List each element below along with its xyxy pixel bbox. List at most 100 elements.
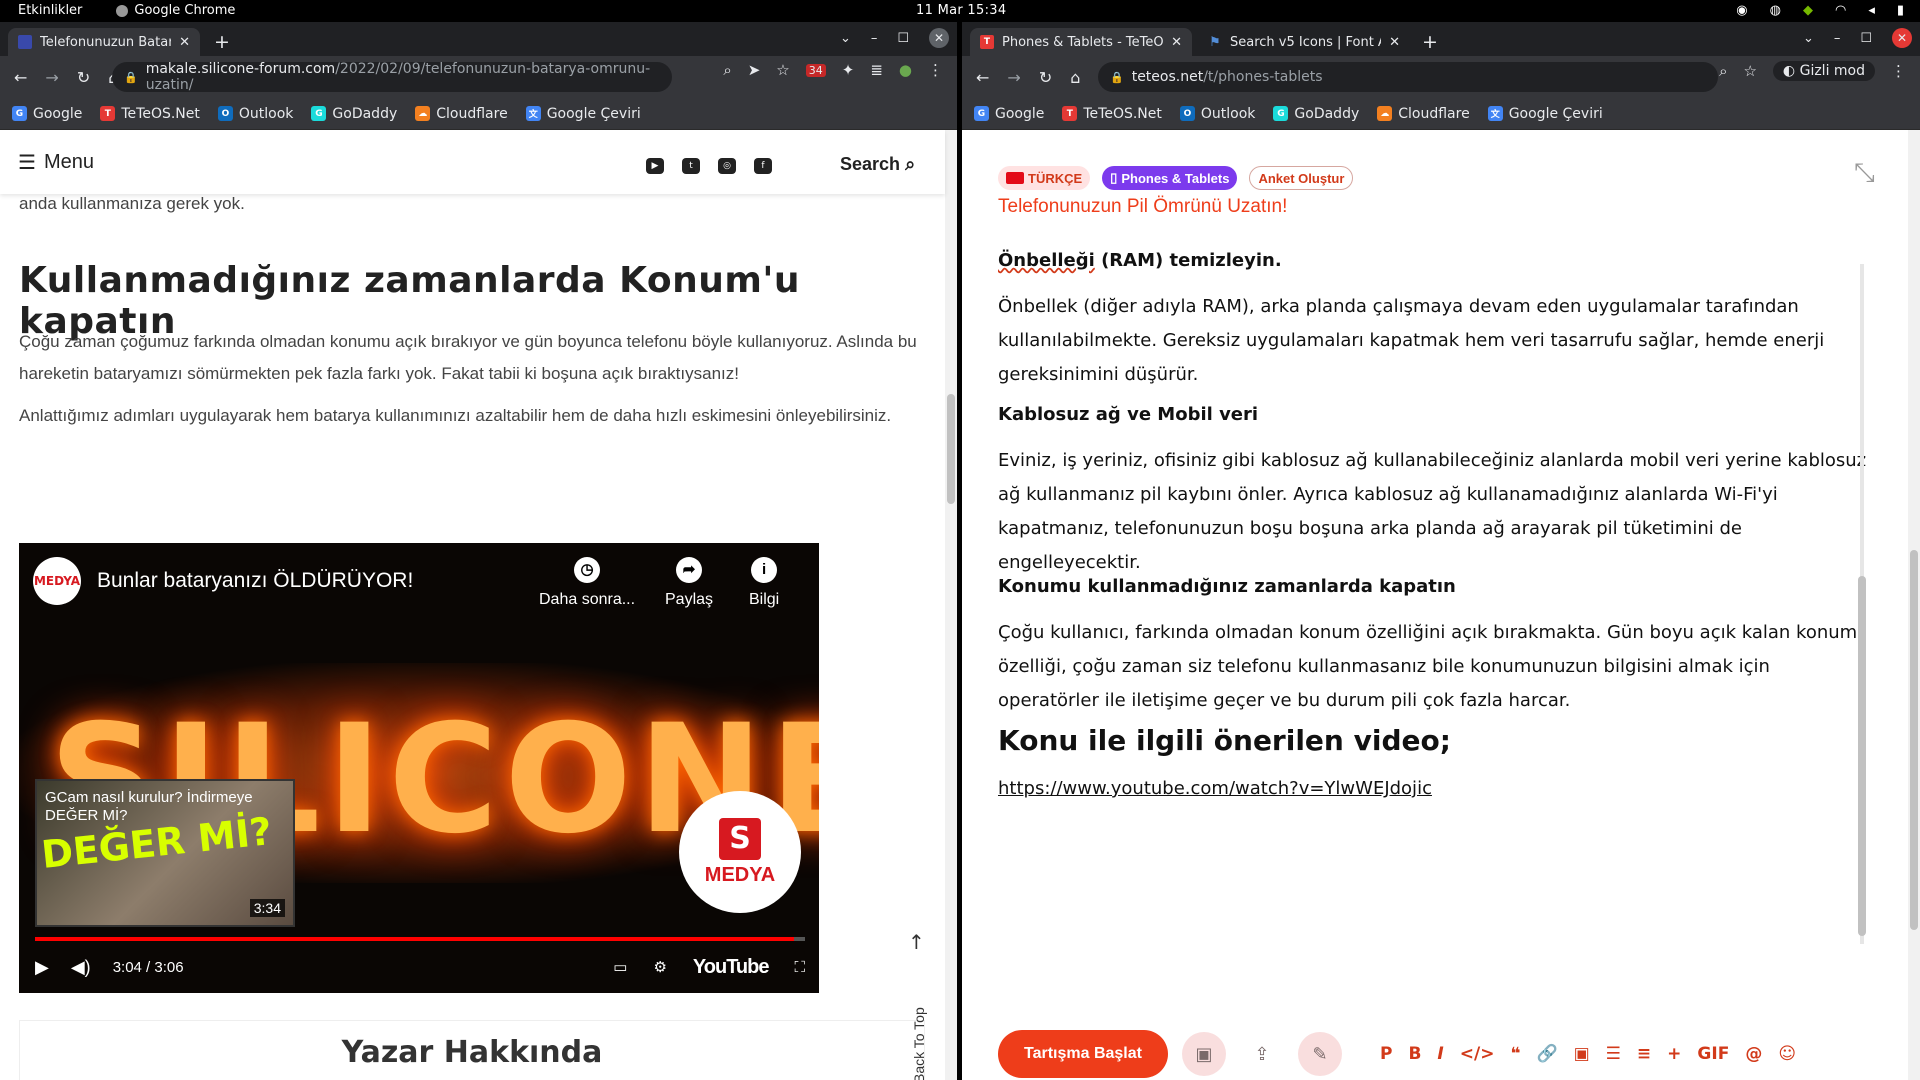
nvidia-icon[interactable]: ◆ bbox=[1803, 3, 1813, 18]
bookmark-outlook[interactable]: O Outlook bbox=[217, 106, 293, 122]
maximize-button[interactable]: ☐ bbox=[1860, 31, 1872, 46]
facebook-icon[interactable]: f bbox=[754, 158, 772, 174]
page-scrollbar[interactable] bbox=[945, 130, 957, 1080]
category-tag[interactable]: ▯ Phones & Tablets bbox=[1102, 166, 1238, 190]
tab-silicone-article[interactable]: Telefonunuzun Batarya Ö ✕ bbox=[8, 28, 200, 56]
bookmark-google[interactable]: G Google bbox=[12, 106, 82, 122]
volume-icon[interactable]: ◂ bbox=[1868, 3, 1875, 18]
search-button[interactable]: Search ⌕ bbox=[840, 154, 915, 175]
subtitles-icon[interactable]: ▭ bbox=[613, 958, 627, 976]
volume-icon[interactable]: ◀) bbox=[71, 957, 91, 978]
zoom-icon[interactable]: ⌕ bbox=[723, 61, 731, 79]
scrollbar-thumb[interactable] bbox=[947, 394, 955, 504]
bold-button[interactable]: B bbox=[1408, 1044, 1421, 1064]
emoji-button[interactable]: ☺ bbox=[1778, 1044, 1796, 1064]
address-bar[interactable]: 🔒 makale.silicone-forum.com/2022/02/09/t… bbox=[112, 61, 672, 93]
video-progress-bar[interactable] bbox=[35, 937, 805, 941]
fullscreen-icon[interactable]: ⛶ bbox=[794, 959, 805, 976]
bullet-list-button[interactable]: ☰ bbox=[1606, 1044, 1621, 1064]
start-discussion-button[interactable]: Tartışma Başlat bbox=[998, 1030, 1168, 1078]
bookmark-godaddy[interactable]: G GoDaddy bbox=[1273, 106, 1359, 122]
info-button[interactable]: i Bilgi bbox=[749, 557, 779, 609]
forward-icon[interactable]: → bbox=[1007, 68, 1020, 87]
steam-icon[interactable]: ◍ bbox=[1770, 3, 1781, 18]
back-icon[interactable]: ← bbox=[976, 68, 989, 87]
bookmark-cloudflare[interactable]: ☁ Cloudflare bbox=[1377, 106, 1470, 122]
editor-video-link[interactable]: https://www.youtube.com/watch?v=YlwWEJdo… bbox=[998, 778, 1432, 799]
youtube-icon[interactable]: ▶ bbox=[646, 158, 664, 174]
menu-kebab-icon[interactable]: ⋮ bbox=[928, 61, 943, 79]
more-button[interactable]: + bbox=[1667, 1044, 1681, 1064]
system-tray[interactable]: ◉ ◍ ◆ ◠ ◂ ▮ bbox=[1736, 3, 1904, 18]
close-tab-icon[interactable]: ✕ bbox=[179, 35, 190, 50]
discussion-title-input[interactable]: Telefonunuzun Pil Ömrünü Uzatın! bbox=[998, 196, 1287, 218]
youtube-embed[interactable]: SILICONE MEDYA Bunlar bataryanızı ÖLDÜRÜ… bbox=[19, 543, 819, 993]
link-button[interactable]: 🔗 bbox=[1536, 1044, 1557, 1064]
back-icon[interactable]: ← bbox=[14, 68, 27, 87]
new-tab-button[interactable]: + bbox=[214, 31, 230, 53]
numbered-list-button[interactable]: ≡ bbox=[1637, 1044, 1651, 1064]
reload-icon[interactable]: ↻ bbox=[1039, 68, 1052, 87]
tab-font-awesome[interactable]: ⚑ Search v5 Icons | Font Aw ✕ bbox=[1198, 28, 1410, 56]
page-scrollbar[interactable] bbox=[1908, 130, 1920, 1080]
extension-badge[interactable]: 34 bbox=[805, 63, 826, 77]
bookmark-star-icon[interactable]: ☆ bbox=[1743, 62, 1756, 80]
send-icon[interactable]: ➤ bbox=[748, 61, 761, 79]
bookmark-google-translate[interactable]: 文 Google Çeviri bbox=[1487, 106, 1603, 122]
back-to-top-button[interactable]: ↑ Back To Top bbox=[904, 930, 928, 1080]
new-tab-button[interactable]: + bbox=[1422, 31, 1438, 53]
image-button[interactable]: ▣ bbox=[1574, 1044, 1590, 1064]
bookmark-outlook[interactable]: O Outlook bbox=[1179, 106, 1255, 122]
watch-later-button[interactable]: ◷ Daha sonra... bbox=[539, 557, 635, 609]
italic-button[interactable]: I bbox=[1437, 1044, 1443, 1064]
maximize-button[interactable]: ☐ bbox=[897, 31, 909, 46]
bookmark-cloudflare[interactable]: ☁ Cloudflare bbox=[415, 106, 508, 122]
bookmark-star-icon[interactable]: ☆ bbox=[776, 61, 789, 79]
image-upload-button[interactable]: ▣ bbox=[1181, 1032, 1226, 1076]
minimize-button[interactable]: – bbox=[1834, 31, 1841, 46]
bookmark-teteos[interactable]: T TeTeOS.Net bbox=[100, 106, 200, 122]
activities-button[interactable]: Etkinlikler bbox=[18, 3, 82, 18]
menu-button[interactable]: ☰ Menu bbox=[18, 150, 94, 175]
zoom-icon[interactable]: ⌕ bbox=[1719, 62, 1727, 80]
code-button[interactable]: </> bbox=[1460, 1044, 1495, 1064]
clock[interactable]: 11 Mar 15:34 bbox=[916, 3, 1006, 18]
reload-icon[interactable]: ↻ bbox=[77, 68, 90, 87]
wifi-icon[interactable]: ◠ bbox=[1835, 3, 1846, 18]
battery-icon[interactable]: ▮ bbox=[1897, 3, 1904, 18]
media-icon[interactable]: ≣ bbox=[870, 61, 883, 79]
paragraph-format-button[interactable]: P bbox=[1380, 1044, 1392, 1064]
bookmark-google-translate[interactable]: 文 Google Çeviri bbox=[525, 106, 641, 122]
channel-logo[interactable]: MEDYA bbox=[33, 557, 81, 605]
file-upload-button[interactable]: ⇪ bbox=[1240, 1032, 1284, 1076]
profile-avatar[interactable]: ● bbox=[899, 61, 912, 79]
menu-kebab-icon[interactable]: ⋮ bbox=[1891, 62, 1906, 80]
close-tab-icon[interactable]: ✕ bbox=[1389, 35, 1400, 50]
minimize-button[interactable]: – bbox=[871, 31, 878, 46]
address-bar[interactable]: 🔒 teteos.net/t/phones-tablets bbox=[1098, 62, 1718, 92]
close-window-button[interactable]: ✕ bbox=[929, 28, 949, 48]
forward-icon[interactable]: → bbox=[45, 68, 58, 87]
app-menu[interactable]: Google Chrome bbox=[116, 3, 235, 18]
settings-gear-icon[interactable]: ⚙ bbox=[653, 958, 666, 976]
bookmark-teteos[interactable]: T TeTeOS.Net bbox=[1062, 106, 1162, 122]
tab-phones-tablets[interactable]: T Phones & Tablets - TeTeO ✕ bbox=[970, 28, 1192, 56]
tab-search-icon[interactable]: ⌄ bbox=[1803, 31, 1814, 46]
close-window-button[interactable]: ✕ bbox=[1892, 28, 1912, 48]
youtube-logo[interactable]: YouTube bbox=[693, 956, 770, 979]
close-tab-icon[interactable]: ✕ bbox=[1171, 35, 1182, 50]
video-title[interactable]: Bunlar bataryanızı ÖLDÜRÜYOR! bbox=[97, 569, 413, 593]
incognito-indicator[interactable]: ◐ Gizli mod bbox=[1772, 61, 1875, 81]
suggested-video-thumbnail[interactable]: DEĞER Mİ? GCam nasıl kurulur? İndirmeye … bbox=[35, 779, 295, 927]
mention-button[interactable]: @ bbox=[1745, 1044, 1762, 1064]
play-icon[interactable]: ▶ bbox=[35, 957, 49, 978]
language-tag[interactable]: TÜRKÇE bbox=[998, 166, 1091, 190]
gif-button[interactable]: GIF bbox=[1697, 1044, 1729, 1064]
home-icon[interactable]: ⌂ bbox=[1070, 68, 1080, 87]
composer-editor[interactable]: Önbelleği (RAM) temizleyin. Önbellek (di… bbox=[998, 240, 1868, 1080]
extensions-icon[interactable]: ✦ bbox=[842, 61, 855, 79]
scrollbar-thumb[interactable] bbox=[1858, 576, 1866, 936]
collapse-composer-icon[interactable]: ⤡ bbox=[1854, 158, 1875, 189]
twitter-icon[interactable]: t bbox=[682, 158, 700, 174]
pen-button[interactable]: ✎ bbox=[1297, 1032, 1342, 1076]
